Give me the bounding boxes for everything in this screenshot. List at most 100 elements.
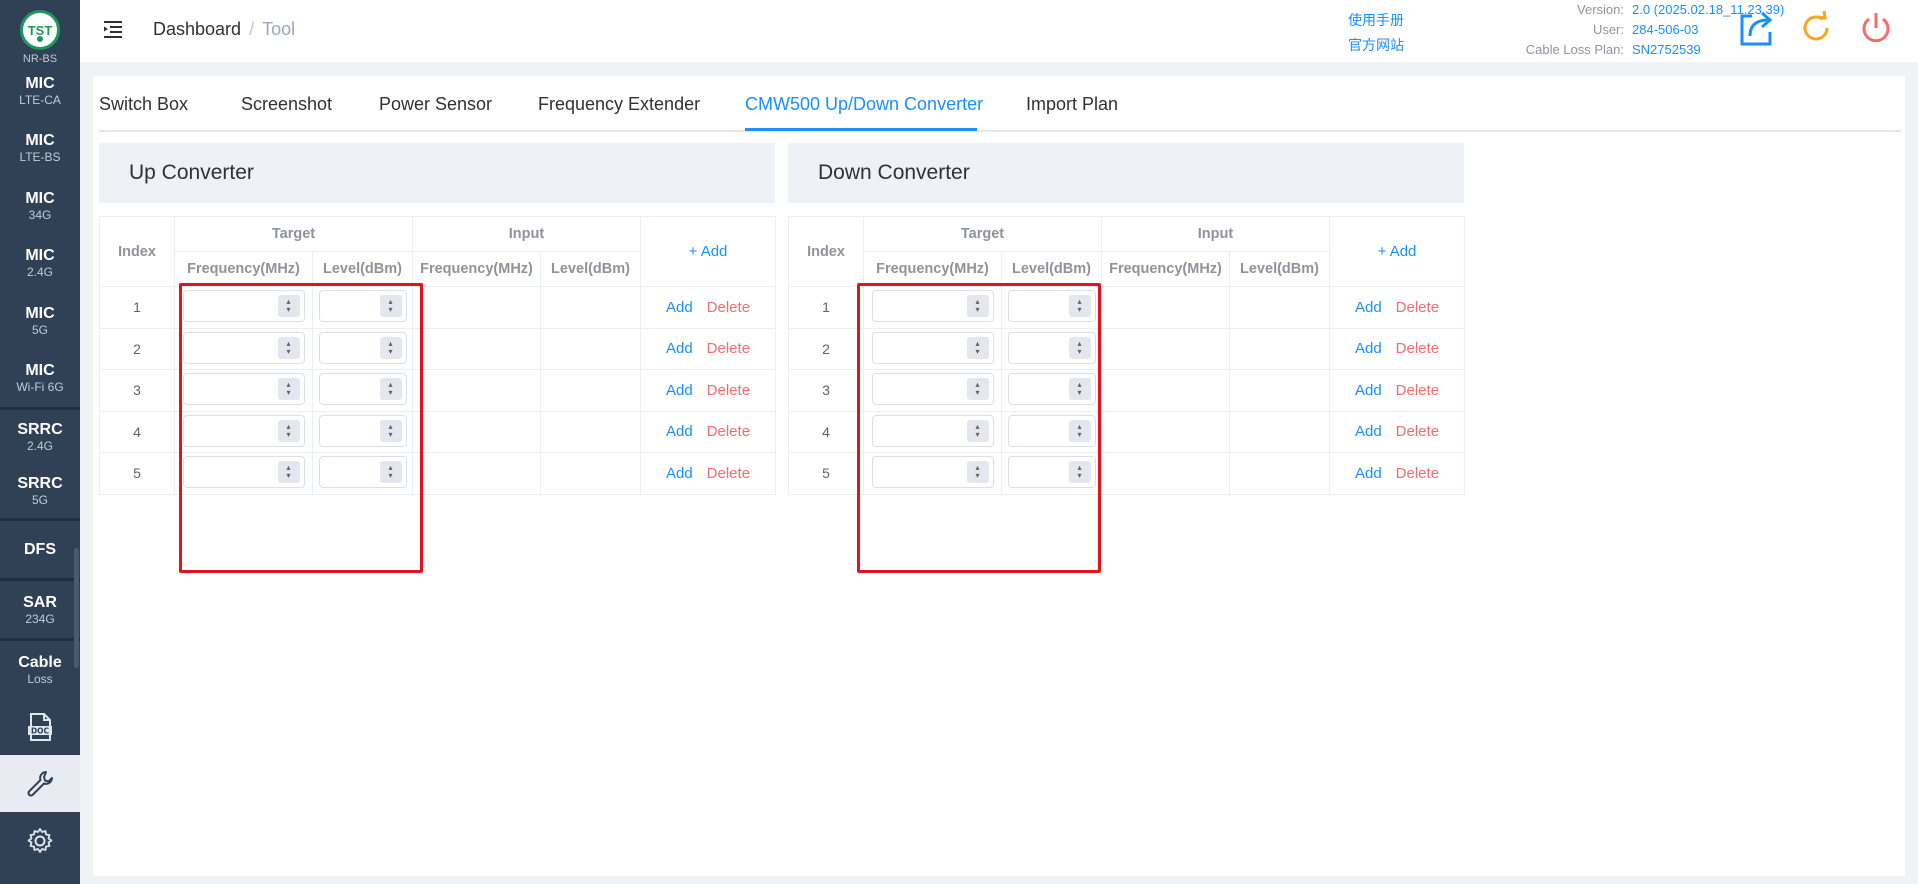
stepper-arrows-icon[interactable]: ▴ ▾ xyxy=(1068,295,1091,318)
stepper-arrows-icon[interactable]: ▴ ▾ xyxy=(966,419,989,442)
row-delete-link[interactable]: Delete xyxy=(1396,423,1439,440)
frequency-stepper[interactable]: ▴ ▾ xyxy=(182,290,305,323)
sidebar-scrollbar[interactable] xyxy=(74,548,79,668)
tab-power-sensor[interactable]: Power Sensor xyxy=(379,94,492,115)
row-add-link[interactable]: Add xyxy=(666,299,693,316)
frequency-stepper[interactable]: ▴ ▾ xyxy=(182,456,305,489)
frequency-stepper[interactable]: ▴ ▾ xyxy=(871,290,994,323)
row-delete-link[interactable]: Delete xyxy=(1396,465,1439,482)
row-add-link[interactable]: Add xyxy=(1355,299,1382,316)
frequency-stepper[interactable]: ▴ ▾ xyxy=(182,414,305,447)
tab-screenshot[interactable]: Screenshot xyxy=(241,94,332,115)
stepper-arrows-icon[interactable]: ▴ ▾ xyxy=(1068,461,1091,484)
target-header: Target xyxy=(174,216,413,252)
row-actions: Add Delete xyxy=(1329,369,1465,412)
stepper-arrows-icon[interactable]: ▴ ▾ xyxy=(1068,378,1091,401)
sidebar-item-mic-2-4g[interactable]: MIC 2.4G xyxy=(0,235,80,293)
row-add-link[interactable]: Add xyxy=(1355,423,1382,440)
row-add-link[interactable]: Add xyxy=(1355,465,1382,482)
stepper-arrows-icon[interactable]: ▴ ▾ xyxy=(966,461,989,484)
tab-frequency-extender[interactable]: Frequency Extender xyxy=(538,94,700,115)
stepper-arrows-icon[interactable]: ▴ ▾ xyxy=(966,336,989,359)
row-add-link[interactable]: Add xyxy=(1355,340,1382,357)
official-site-link[interactable]: 官方网站 xyxy=(1348,33,1404,58)
add-row-button[interactable]: + Add xyxy=(689,243,728,260)
sidebar-item-mic-5g[interactable]: MIC 5G xyxy=(0,292,80,350)
refresh-icon[interactable] xyxy=(1796,8,1836,48)
sidebar-item-mic-wifi-6g[interactable]: MIC Wi-Fi 6G xyxy=(0,350,80,408)
target-frequency-cell: ▴ ▾ xyxy=(174,286,313,329)
input-frequency-cell xyxy=(412,327,541,370)
row-delete-link[interactable]: Delete xyxy=(707,299,750,316)
power-icon[interactable] xyxy=(1856,8,1896,48)
sidebar-item-settings[interactable] xyxy=(0,812,80,869)
panel-title: Up Converter xyxy=(99,143,775,203)
up-rows: 1 ▴ ▾ ▴ ▾ Add Delete 2 ▴ ▾ ▴ ▾ Add Delete 3 xyxy=(99,286,776,495)
stepper-arrows-icon[interactable]: ▴ ▾ xyxy=(277,336,300,359)
sidebar-item-nr-bs-partial[interactable]: NR-BS xyxy=(0,54,80,62)
stepper-arrows-icon[interactable]: ▴ ▾ xyxy=(966,378,989,401)
stepper-arrows-icon[interactable]: ▴ ▾ xyxy=(1068,419,1091,442)
sidebar-item-sar[interactable]: SAR 234G xyxy=(0,581,80,638)
level-stepper[interactable]: ▴ ▾ xyxy=(318,414,407,447)
stepper-arrows-icon[interactable]: ▴ ▾ xyxy=(379,419,402,442)
sidebar-item-cable-loss[interactable]: Cable Loss xyxy=(0,641,80,698)
sidebar-item-srrc-2-4g[interactable]: SRRC 2.4G xyxy=(0,410,80,464)
input-frequency-cell xyxy=(1101,286,1230,329)
stepper-arrows-icon[interactable]: ▴ ▾ xyxy=(379,295,402,318)
stepper-arrows-icon[interactable]: ▴ ▾ xyxy=(1068,336,1091,359)
row-delete-link[interactable]: Delete xyxy=(707,340,750,357)
export-icon[interactable] xyxy=(1736,8,1776,48)
row-delete-link[interactable]: Delete xyxy=(1396,299,1439,316)
row-add-link[interactable]: Add xyxy=(666,465,693,482)
tab-switch-box[interactable]: Switch Box xyxy=(99,94,188,115)
menu-toggle-icon[interactable] xyxy=(102,18,124,40)
level-stepper[interactable]: ▴ ▾ xyxy=(318,290,407,323)
sidebar-item-mic-34g[interactable]: MIC 34G xyxy=(0,177,80,235)
frequency-stepper[interactable]: ▴ ▾ xyxy=(871,456,994,489)
frequency-stepper[interactable]: ▴ ▾ xyxy=(182,373,305,406)
input-frequency-cell xyxy=(412,286,541,329)
add-row-button[interactable]: + Add xyxy=(1378,243,1417,260)
row-delete-link[interactable]: Delete xyxy=(707,382,750,399)
level-stepper[interactable]: ▴ ▾ xyxy=(1007,331,1096,364)
row-add-link[interactable]: Add xyxy=(666,423,693,440)
frequency-stepper[interactable]: ▴ ▾ xyxy=(182,331,305,364)
row-delete-link[interactable]: Delete xyxy=(707,423,750,440)
level-stepper[interactable]: ▴ ▾ xyxy=(1007,290,1096,323)
stepper-arrows-icon[interactable]: ▴ ▾ xyxy=(277,419,300,442)
row-delete-link[interactable]: Delete xyxy=(1396,340,1439,357)
sidebar-item-dfs[interactable]: DFS xyxy=(0,521,80,578)
level-stepper[interactable]: ▴ ▾ xyxy=(1007,373,1096,406)
row-delete-link[interactable]: Delete xyxy=(707,465,750,482)
stepper-arrows-icon[interactable]: ▴ ▾ xyxy=(277,295,300,318)
sidebar-item-tool[interactable] xyxy=(0,755,80,812)
sidebar-item-srrc-5g[interactable]: SRRC 5G xyxy=(0,464,80,518)
row-add-link[interactable]: Add xyxy=(666,382,693,399)
breadcrumb-dashboard[interactable]: Dashboard xyxy=(153,19,241,39)
frequency-stepper[interactable]: ▴ ▾ xyxy=(871,373,994,406)
stepper-arrows-icon[interactable]: ▴ ▾ xyxy=(379,461,402,484)
sidebar-item-mic-lte-bs[interactable]: MIC LTE-BS xyxy=(0,120,80,178)
frequency-stepper[interactable]: ▴ ▾ xyxy=(871,331,994,364)
level-stepper[interactable]: ▴ ▾ xyxy=(1007,456,1096,489)
level-stepper[interactable]: ▴ ▾ xyxy=(318,456,407,489)
frequency-stepper[interactable]: ▴ ▾ xyxy=(871,414,994,447)
level-stepper[interactable]: ▴ ▾ xyxy=(1007,414,1096,447)
row-add-link[interactable]: Add xyxy=(666,340,693,357)
level-stepper[interactable]: ▴ ▾ xyxy=(318,373,407,406)
sidebar-item-mic-lte-ca[interactable]: MIC LTE-CA xyxy=(0,62,80,120)
stepper-arrows-icon[interactable]: ▴ ▾ xyxy=(379,378,402,401)
tab-cmw500-converter[interactable]: CMW500 Up/Down Converter xyxy=(745,94,983,115)
sidebar-item-doc[interactable]: DOC xyxy=(0,698,80,755)
tab-import-plan[interactable]: Import Plan xyxy=(1026,94,1118,115)
table-row: 4 ▴ ▾ ▴ ▾ Add Delete xyxy=(99,410,776,453)
stepper-arrows-icon[interactable]: ▴ ▾ xyxy=(966,295,989,318)
stepper-arrows-icon[interactable]: ▴ ▾ xyxy=(277,461,300,484)
row-add-link[interactable]: Add xyxy=(1355,382,1382,399)
level-stepper[interactable]: ▴ ▾ xyxy=(318,331,407,364)
stepper-arrows-icon[interactable]: ▴ ▾ xyxy=(379,336,402,359)
user-manual-link[interactable]: 使用手册 xyxy=(1348,8,1404,33)
stepper-arrows-icon[interactable]: ▴ ▾ xyxy=(277,378,300,401)
row-delete-link[interactable]: Delete xyxy=(1396,382,1439,399)
